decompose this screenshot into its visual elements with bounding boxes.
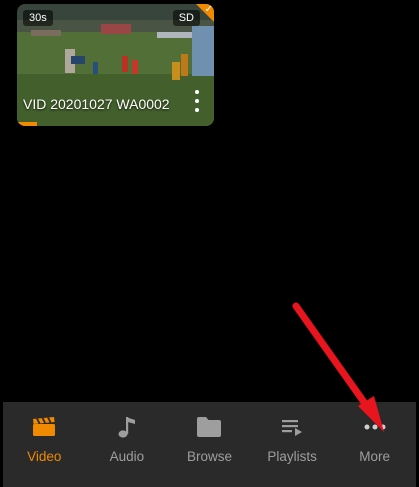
check-icon: ✓ [204, 4, 213, 15]
more-options-icon[interactable] [192, 90, 202, 112]
watch-progress-bar [17, 122, 37, 126]
video-thumbnail-card[interactable]: 30s SD ✓ VID 20201027 WA0002 [17, 4, 214, 126]
nav-item-more[interactable]: More [333, 402, 416, 487]
video-title: VID 20201027 WA0002 [23, 96, 170, 112]
nav-item-browse[interactable]: Browse [168, 402, 251, 487]
music-note-icon [113, 415, 141, 439]
video-clapper-icon [30, 415, 58, 439]
bottom-navigation: Video Audio Browse Playlists More [3, 402, 416, 487]
nav-item-playlists[interactable]: Playlists [251, 402, 334, 487]
nav-label-video: Video [27, 449, 62, 464]
nav-label-audio: Audio [109, 449, 145, 464]
nav-item-audio[interactable]: Audio [86, 402, 169, 487]
nav-item-video[interactable]: Video [3, 402, 86, 487]
nav-label-more: More [359, 449, 391, 464]
nav-label-browse: Browse [186, 449, 232, 464]
playlist-icon [278, 415, 306, 439]
more-horizontal-icon [361, 415, 389, 439]
folder-icon [195, 415, 223, 439]
vlc-app: 30s SD ✓ VID 20201027 WA0002 Video Audio… [3, 0, 416, 487]
duration-badge: 30s [23, 10, 53, 26]
selected-corner-indicator: ✓ [196, 4, 214, 22]
nav-label-playlists: Playlists [267, 449, 317, 464]
